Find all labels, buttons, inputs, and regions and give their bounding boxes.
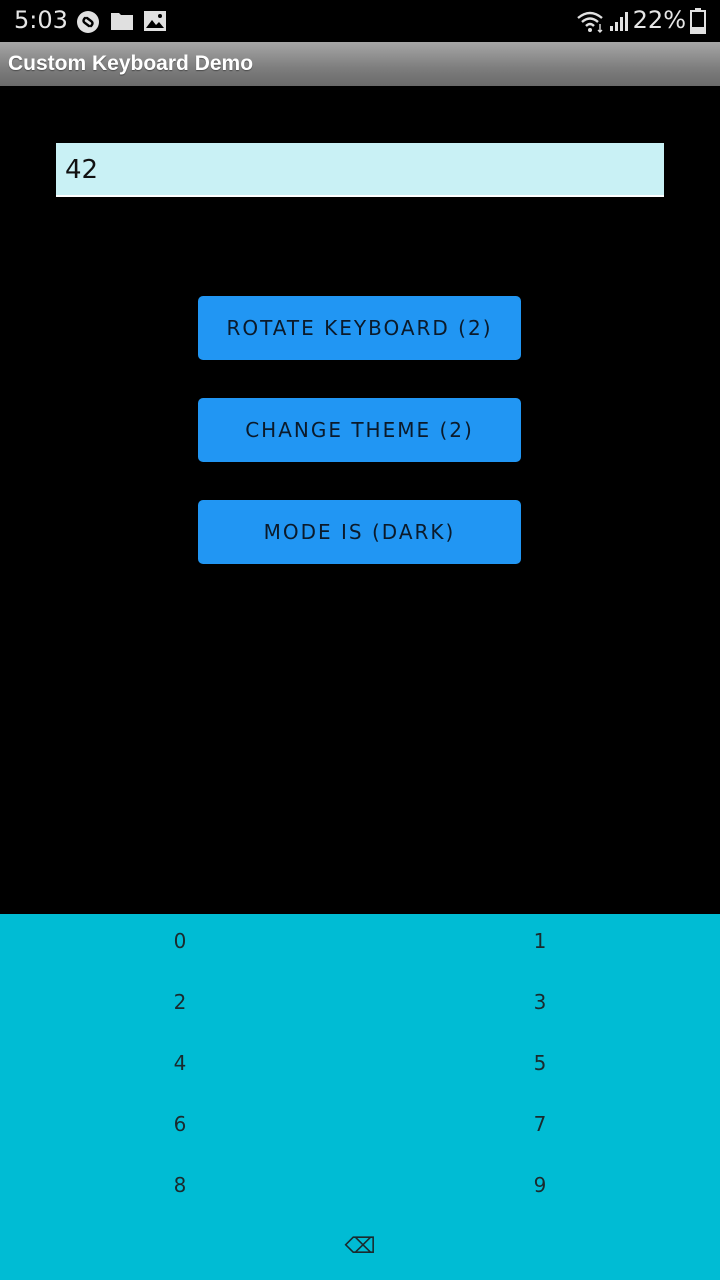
wifi-icon <box>576 10 606 33</box>
action-bar: Custom Keyboard Demo <box>0 42 720 86</box>
entry-value: 42 <box>65 155 99 185</box>
key-0[interactable]: 0 <box>140 921 220 961</box>
mode-toggle-button[interactable]: MODE IS (DARK) <box>198 500 521 564</box>
status-time: 5:03 <box>14 6 68 34</box>
key-2[interactable]: 2 <box>140 982 220 1022</box>
custom-keyboard: 0 1 2 3 4 5 6 7 8 9 ⌫ <box>0 914 720 1280</box>
shazam-icon <box>76 10 100 33</box>
change-theme-button[interactable]: CHANGE THEME (2) <box>198 398 521 462</box>
key-7[interactable]: 7 <box>500 1104 580 1144</box>
app-screen: 5:03 22% Custom Keyboard Demo 42 ROTATE … <box>0 0 720 1280</box>
battery-percent: 22% <box>632 6 686 34</box>
key-9[interactable]: 9 <box>500 1165 580 1205</box>
rotate-keyboard-button[interactable]: ROTATE KEYBOARD (2) <box>198 296 521 360</box>
signal-icon <box>609 10 631 32</box>
battery-icon <box>690 8 706 34</box>
key-6[interactable]: 6 <box>140 1104 220 1144</box>
backspace-key[interactable]: ⌫ <box>320 1226 400 1266</box>
key-1[interactable]: 1 <box>500 921 580 961</box>
key-8[interactable]: 8 <box>140 1165 220 1205</box>
key-5[interactable]: 5 <box>500 1043 580 1083</box>
image-icon <box>143 10 167 32</box>
key-3[interactable]: 3 <box>500 982 580 1022</box>
status-bar: 5:03 22% <box>0 0 720 42</box>
page-title: Custom Keyboard Demo <box>8 52 254 75</box>
number-entry-field[interactable]: 42 <box>56 143 664 197</box>
backspace-icon: ⌫ <box>344 1233 376 1259</box>
key-4[interactable]: 4 <box>140 1043 220 1083</box>
folder-icon <box>110 10 134 32</box>
